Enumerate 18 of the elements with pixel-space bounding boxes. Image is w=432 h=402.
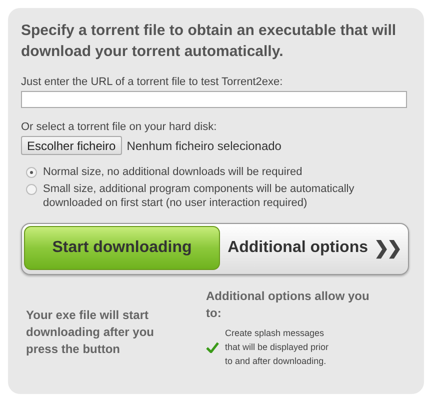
- file-status: Nenhum ficheiro selecionado: [126, 138, 282, 152]
- options-button[interactable]: Additional options ❯❯: [222, 224, 408, 272]
- double-chevron-icon: ❯❯: [374, 237, 400, 259]
- radio-button[interactable]: [26, 184, 37, 195]
- file-label: Or select a torrent file on your hard disk:: [21, 121, 218, 133]
- option-item: Create splash messages that will be displayed prior to and after downloading.: [225, 327, 330, 368]
- start-note: Your exe file will start downloading after you press the button: [26, 307, 155, 358]
- choose-file-button[interactable]: Escolher ficheiro: [21, 136, 122, 155]
- options-label: Additional options: [228, 239, 368, 257]
- radio-button[interactable]: [26, 167, 37, 178]
- check-icon: [206, 342, 219, 352]
- heading: Specify a torrent file to obtain an executable that will download your torrent automatically.: [21, 21, 398, 62]
- start-button[interactable]: Start downloading: [24, 226, 220, 270]
- radio-label: Small size, additional program components will be automatically downloaded on first start (no user interaction required): [43, 182, 356, 210]
- options-heading: Additional options allow you to:: [206, 288, 370, 322]
- url-label: Just enter the URL of a torrent file to test Torrent2exe:: [21, 76, 284, 88]
- radio-label: Normal size, no additional downloads will be required: [43, 165, 304, 179]
- url-input-field[interactable]: [21, 91, 407, 108]
